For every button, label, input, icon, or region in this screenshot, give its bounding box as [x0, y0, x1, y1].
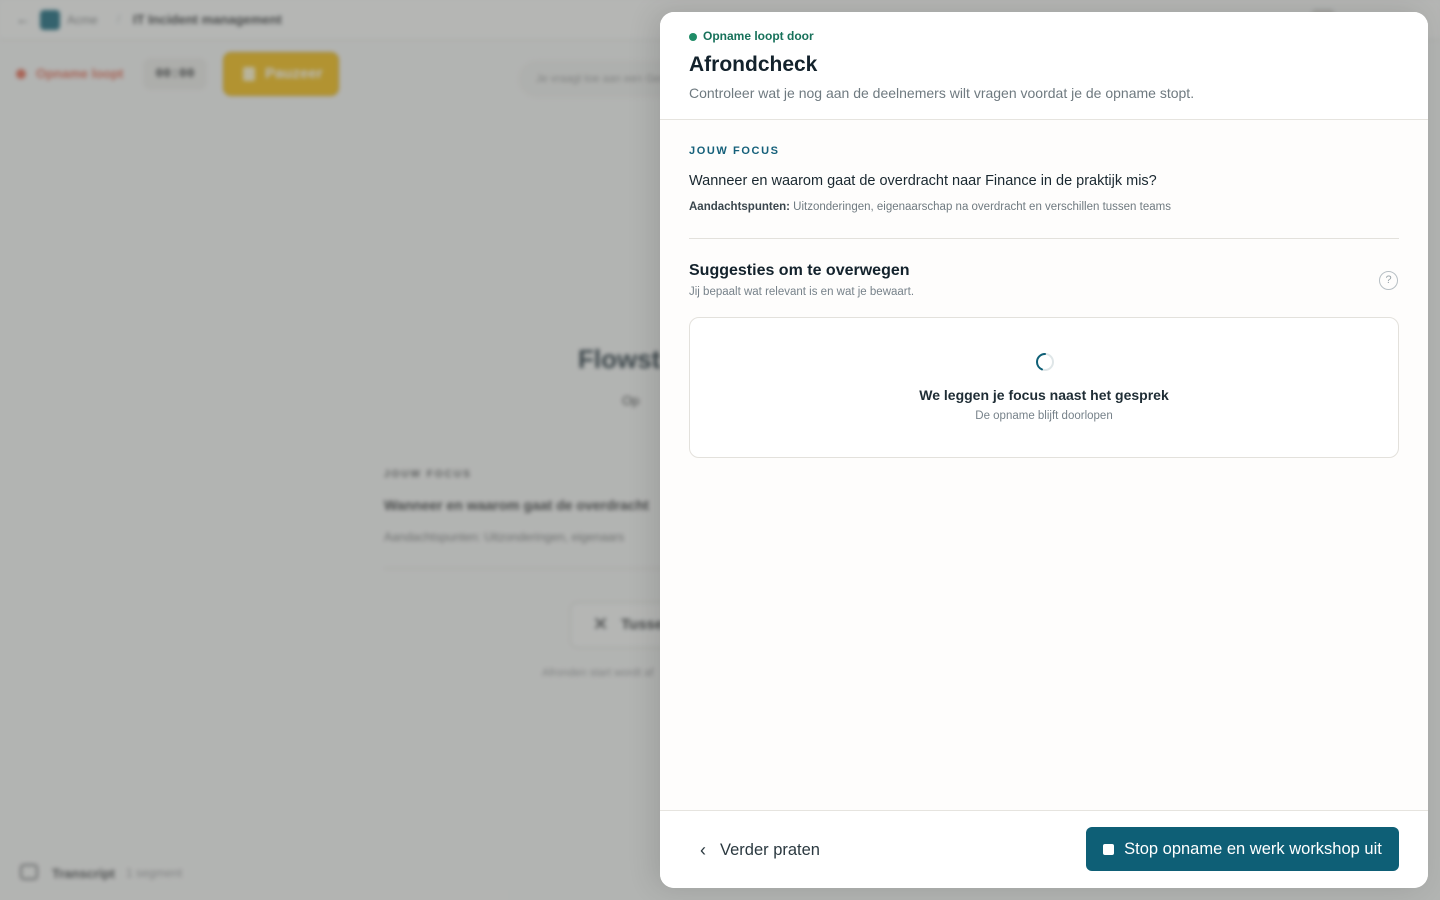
suggestions-card: We leggen je focus naast het gesprek De …: [689, 317, 1399, 458]
continue-talking-label: Verder praten: [720, 840, 820, 859]
suggestions-title: Suggesties om te overwegen: [689, 262, 910, 279]
divider: [689, 238, 1399, 239]
panel-header: Opname loopt door Afrondcheck Controleer…: [660, 12, 1428, 120]
loading-subtitle: De opname blijft doorlopen: [975, 410, 1113, 422]
panel-footer: ‹ Verder praten Stop opname en werk work…: [660, 810, 1428, 888]
loading-spinner-icon: [1035, 353, 1054, 371]
stop-recording-button[interactable]: Stop opname en werk workshop uit: [1086, 827, 1399, 871]
focus-points-label: Aandachtspunten:: [689, 201, 790, 213]
afrondcheck-panel: Opname loopt door Afrondcheck Controleer…: [660, 12, 1428, 888]
suggestions-subtitle: Jij bepaalt wat relevant is en wat je be…: [689, 286, 915, 298]
focus-label: JOUW FOCUS: [689, 145, 780, 157]
continue-talking-button[interactable]: ‹ Verder praten: [700, 835, 820, 865]
recording-status: Opname loopt door: [703, 29, 814, 43]
stop-icon: [1103, 843, 1115, 855]
status-dot-icon: [689, 33, 697, 41]
focus-question: Wanneer en waarom gaat de overdracht naa…: [689, 173, 1157, 189]
stop-recording-label: Stop opname en werk workshop uit: [1124, 839, 1382, 858]
chevron-left-icon: ‹: [700, 839, 706, 860]
panel-subtitle: Controleer wat je nog aan de deelnemers …: [689, 85, 1195, 101]
panel-title: Afrondcheck: [689, 53, 818, 76]
question-circle-icon[interactable]: ?: [1379, 271, 1398, 290]
loading-title: We leggen je focus naast het gesprek: [919, 387, 1169, 403]
focus-points: Aandachtspunten: Uitzonderingen, eigenaa…: [689, 201, 1171, 213]
focus-points-text: Uitzonderingen, eigenaarschap na overdra…: [793, 201, 1171, 213]
